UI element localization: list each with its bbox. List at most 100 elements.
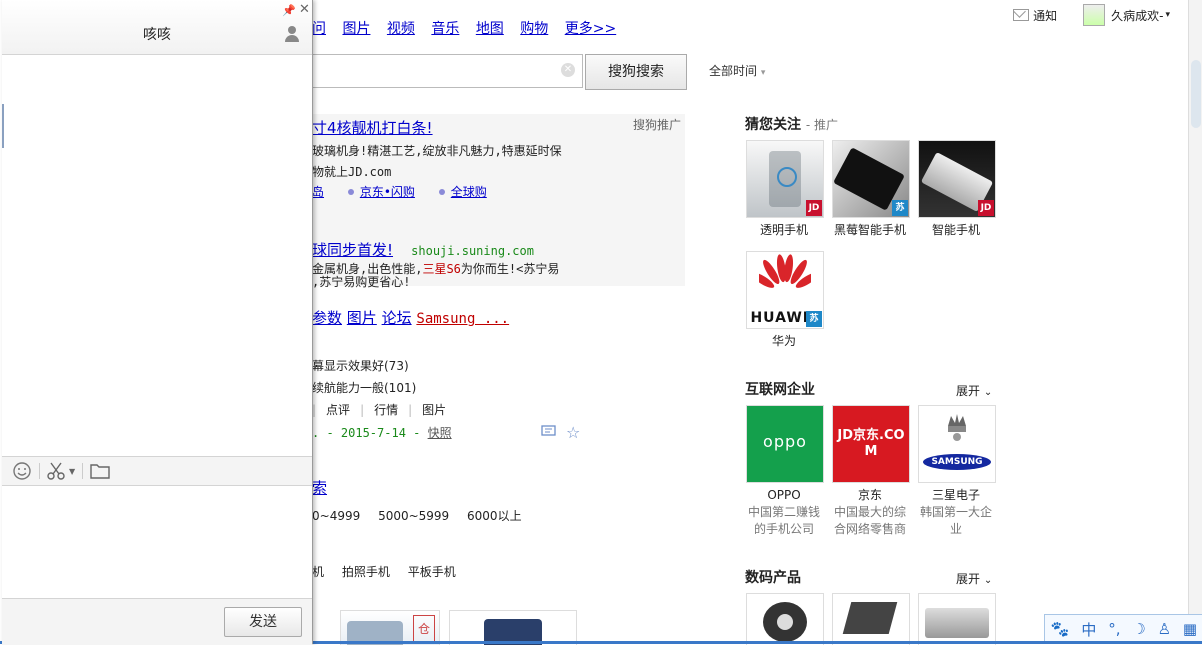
jd-badge: JD — [978, 200, 994, 216]
user-icon[interactable]: ♙ — [1158, 620, 1171, 638]
ad1-link-flash[interactable]: 京东•闪购 — [360, 185, 415, 199]
result1-tab-images[interactable]: 图片 — [422, 403, 446, 417]
folder-icon[interactable] — [90, 461, 110, 481]
nav-item-map[interactable]: 地图 — [476, 21, 504, 37]
suning-badge: 苏 — [806, 311, 822, 327]
search-input[interactable] — [312, 54, 583, 88]
result1-link-forum[interactable]: 论坛 — [382, 309, 412, 327]
time-filter-label: 全部时间 — [709, 64, 758, 78]
result1-meta: . - 2015-7-14 - 快照 — [312, 424, 452, 441]
expand-internet[interactable]: 展开 ⌄ — [956, 382, 992, 399]
emoji-icon[interactable] — [12, 461, 32, 481]
ime-toolbar: 🐾 中 °, ☽ ♙ ▦ — [1044, 614, 1202, 644]
close-icon[interactable]: ✕ — [299, 2, 310, 17]
user-icon[interactable] — [284, 26, 300, 44]
result1-tab-market[interactable]: 行情 — [374, 403, 398, 417]
avatar[interactable] — [1083, 4, 1106, 26]
chevron-down-icon[interactable]: ▼ — [69, 467, 75, 476]
phone-type-camera[interactable]: 拍照手机 — [342, 565, 390, 579]
ime-lang[interactable]: 中 — [1081, 619, 1096, 640]
chevron-down-icon: ⌄ — [983, 575, 993, 586]
grid-icon[interactable]: ▦ — [1183, 620, 1197, 638]
chevron-down-icon[interactable]: ▾ — [1165, 10, 1170, 20]
samsung-logo: SAMSUNG — [923, 454, 991, 470]
user-name[interactable]: 久病成欢- — [1111, 7, 1163, 24]
star-icon[interactable]: ☆ — [566, 423, 580, 442]
ad1-line1: 玻璃机身!精湛工艺,绽放非凡魅力,特惠延时保 — [312, 144, 562, 158]
result1-link-samsung[interactable]: Samsung ... — [416, 311, 509, 327]
result1-link-images[interactable]: 图片 — [347, 309, 377, 327]
digital-thumb-camera[interactable] — [918, 593, 996, 645]
guess-thumb-huawei[interactable]: HUAWEI 苏 — [746, 251, 824, 329]
clear-icon[interactable]: ✕ — [561, 63, 575, 77]
notify-link[interactable]: 通知 — [1033, 7, 1057, 24]
ad1-link-island[interactable]: 岛 — [312, 185, 324, 199]
product-thumb-2[interactable] — [449, 610, 577, 645]
ad1-line2: 物就上JD.com — [312, 165, 392, 179]
result1-tab-review[interactable]: 点评 — [326, 403, 350, 417]
moon-icon[interactable]: ☽ — [1132, 620, 1145, 638]
digital-thumb-watch[interactable] — [746, 593, 824, 645]
guess-thumb-blackberry[interactable]: 苏 — [832, 140, 910, 218]
company-name: 京东 — [857, 488, 882, 502]
time-filter[interactable]: 全部时间 ▾ — [709, 62, 765, 79]
paw-icon[interactable]: 🐾 — [1051, 620, 1070, 638]
nav-item-news[interactable]: 问 — [312, 21, 326, 37]
ad2-line1-red: 三星S6 — [422, 262, 461, 276]
message-input[interactable] — [2, 486, 312, 597]
scissors-icon[interactable]: ▼ — [46, 461, 75, 481]
ad1-title[interactable]: 寸4核靓机打白条! — [312, 117, 433, 138]
company-jd[interactable]: 京东 中国最大的综合网络零售商 — [831, 487, 909, 538]
result1-review2: 续航能力一般(101) — [312, 381, 417, 395]
result2-title[interactable]: 索 — [312, 477, 327, 498]
nav-item-shopping[interactable]: 购物 — [520, 21, 548, 37]
guess-thumb-smartphone[interactable]: JD — [918, 140, 996, 218]
company-samsung[interactable]: 三星电子 韩国第一大企业 — [917, 487, 995, 538]
page-scrollbar[interactable] — [1188, 0, 1202, 644]
nav-item-more[interactable]: 更多>> — [565, 21, 616, 37]
guess-label-3[interactable]: 智能手机 — [917, 222, 995, 239]
guess-thumb-transparent-phone[interactable]: JD — [746, 140, 824, 218]
company-desc: 韩国第一大企业 — [919, 505, 992, 536]
message-area[interactable] — [2, 55, 312, 455]
result1-snapshot[interactable]: 快照 — [428, 426, 452, 440]
ad2-line2: ,苏宁易购更省心! — [312, 275, 411, 289]
company-thumb-oppo[interactable]: oppo — [746, 405, 824, 483]
digital-thumb-device[interactable] — [832, 593, 910, 645]
expand-label: 展开 — [956, 384, 981, 398]
company-desc: 中国第二赚钱的手机公司 — [747, 505, 820, 536]
phone-type-tablet[interactable]: 平板手机 — [408, 565, 456, 579]
search-button[interactable]: 搜狗搜索 — [585, 54, 687, 90]
suning-badge: 苏 — [892, 200, 908, 216]
mail-icon[interactable] — [1013, 9, 1030, 21]
ad2-title[interactable]: 球同步首发! — [312, 241, 393, 259]
jd-logo: JD京东.COM — [837, 428, 905, 459]
send-button[interactable]: 发送 — [224, 607, 302, 637]
guess-label-1[interactable]: 透明手机 — [745, 222, 823, 239]
company-desc: 中国最大的综合网络零售商 — [833, 505, 906, 536]
nav-item-video[interactable]: 视频 — [387, 21, 415, 37]
result1-link-params[interactable]: 参数 — [312, 309, 342, 327]
company-oppo[interactable]: OPPO 中国第二赚钱的手机公司 — [745, 487, 823, 538]
company-thumb-samsung[interactable]: SAMSUNG — [918, 405, 996, 483]
user-area: 通知 久病成欢- ▾ — [1013, 4, 1170, 26]
scrollbar-thumb[interactable] — [1191, 60, 1201, 128]
nav-item-music[interactable]: 音乐 — [431, 21, 459, 37]
result2-types: 机 拍照手机 平板手机 — [312, 563, 456, 580]
price-range-1[interactable]: 0~4999 — [312, 509, 360, 523]
product-thumb-1[interactable]: 仓 — [340, 610, 440, 645]
company-thumb-jd[interactable]: JD京东.COM — [832, 405, 910, 483]
store-icon: 仓 — [413, 615, 435, 643]
price-range-2[interactable]: 5000~5999 — [378, 509, 449, 523]
price-range-3[interactable]: 6000以上 — [467, 509, 522, 523]
expand-digital[interactable]: 展开 ⌄ — [956, 570, 992, 587]
guess-label-4[interactable]: 华为 — [745, 333, 823, 350]
pin-icon[interactable]: 📌 — [282, 4, 296, 17]
nav-item-images[interactable]: 图片 — [342, 21, 370, 37]
guess-label-2[interactable]: 黑莓智能手机 — [831, 222, 909, 239]
comment-icon[interactable] — [541, 425, 557, 443]
ad1-link-global[interactable]: 全球购 — [451, 185, 487, 199]
top-nav: 问 图片 视频 音乐 地图 购物 更多>> — [312, 18, 628, 38]
phone-type-1[interactable]: 机 — [312, 565, 324, 579]
punctuation-icon[interactable]: °, — [1108, 620, 1120, 638]
